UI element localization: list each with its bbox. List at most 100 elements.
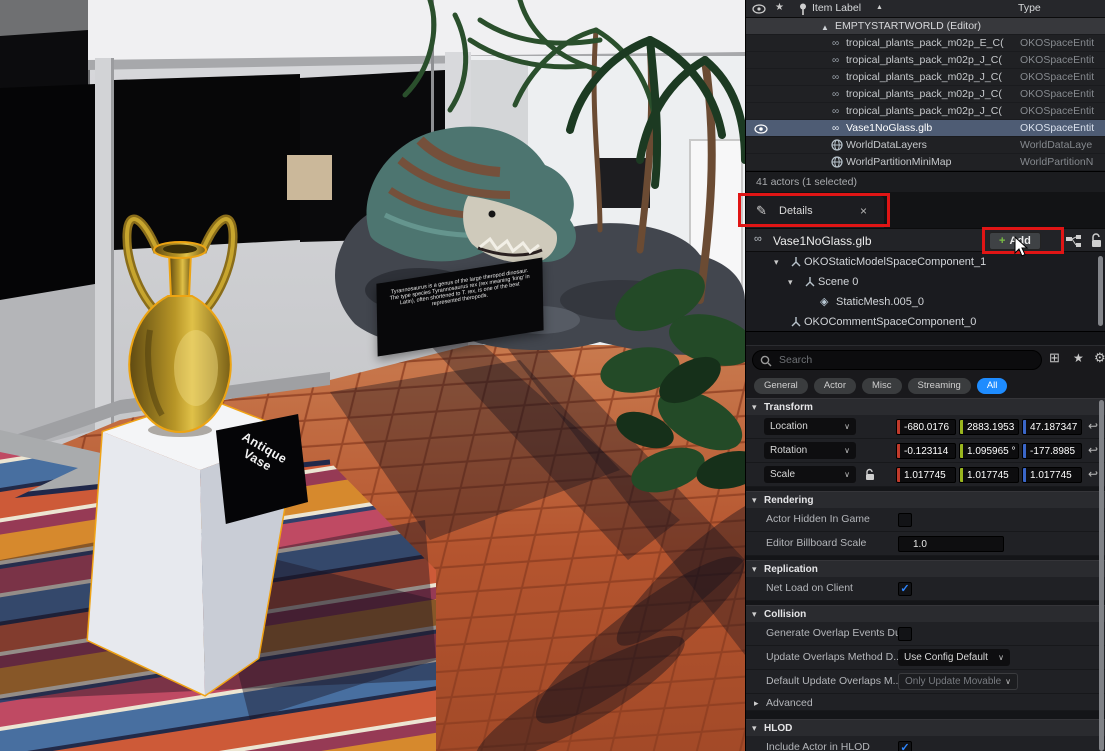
settings-gear-icon[interactable]: ⚙ [1094, 350, 1105, 366]
component-icon [804, 276, 816, 288]
row-generate-overlap: Generate Overlap Events Du.. [746, 622, 1105, 646]
location-y-field[interactable]: 2883.1953 [959, 419, 1019, 435]
row-billboard-scale: Editor Billboard Scale 1.0 [746, 532, 1105, 556]
grid-view-icon[interactable]: ⊞ [1049, 350, 1060, 366]
world-label: EMPTYSTARTWORLD (Editor) [835, 18, 981, 35]
close-tab-button[interactable]: × [860, 204, 867, 218]
scale-z-field[interactable]: 1.017745 [1022, 467, 1082, 483]
sort-asc-icon[interactable]: ▲ [876, 4, 883, 11]
location-x-field[interactable]: -680.0176 [896, 419, 956, 435]
location-dropdown[interactable]: Location∨ [764, 418, 856, 435]
tab-misc[interactable]: Misc [862, 378, 902, 394]
scale-x-field[interactable]: 1.017745 [896, 467, 956, 483]
component-row[interactable]: ◈ StaticMesh.005_0 [746, 292, 1105, 312]
unlock-icon[interactable] [1090, 233, 1103, 248]
level-icon: ▲ [821, 19, 829, 36]
viewport-3d-scene[interactable]: Tyrannosaurus is a genus of the large th… [0, 0, 745, 751]
section-replication[interactable]: ▾ Replication [746, 560, 1105, 577]
row-advanced[interactable]: ▸ Advanced [746, 694, 1105, 711]
rotation-y-field[interactable]: 1.095965 ° [959, 443, 1019, 459]
favorites-icon[interactable]: ★ [1073, 351, 1084, 365]
outliner-row-selected[interactable]: ∞ Vase1NoGlass.glb OKOSpaceEntit [746, 120, 1105, 137]
scale-dropdown[interactable]: Scale∨ [764, 466, 856, 483]
section-rendering[interactable]: ▾ Rendering [746, 491, 1105, 508]
chevron-down-icon: ∨ [844, 422, 850, 431]
eye-icon[interactable] [754, 124, 768, 134]
section-arrow: ▾ [752, 492, 757, 509]
column-type[interactable]: Type [1018, 2, 1041, 14]
rotation-x-field[interactable]: -0.123114 [896, 443, 956, 459]
search-row: ⊞ ★ ⚙ [746, 346, 1105, 374]
location-z-field[interactable]: 47.187347 [1022, 419, 1082, 435]
tab-general[interactable]: General [754, 378, 808, 394]
details-tab-label: Details [779, 205, 813, 217]
section-title: Replication [764, 561, 818, 578]
billboard-scale-field[interactable]: 1.0 [898, 536, 1004, 552]
outliner-row[interactable]: WorldDataLayers WorldDataLaye [746, 137, 1105, 154]
pin-column-icon[interactable] [798, 3, 808, 15]
tab-all[interactable]: All [977, 378, 1008, 394]
section-transform[interactable]: ▾ Transform [746, 398, 1105, 415]
component-row[interactable]: ▾ Scene 0 [746, 272, 1105, 292]
tab-details[interactable]: ✎ Details × [746, 196, 884, 228]
outliner-row[interactable]: ∞ tropical_plants_pack_m02p_J_C( OKOSpac… [746, 69, 1105, 86]
tab-actor[interactable]: Actor [814, 378, 856, 394]
reset-location-button[interactable]: ↩ [1088, 419, 1098, 433]
section-hlod[interactable]: ▾ HLOD [746, 719, 1105, 736]
search-input[interactable] [779, 352, 1029, 368]
expand-arrow[interactable]: ▾ [788, 272, 793, 292]
row-include-hlod: Include Actor in HLOD ✓ [746, 736, 1105, 751]
section-title: Transform [764, 399, 813, 416]
outliner-row[interactable]: WorldPartitionMiniMap WorldPartitionN [746, 154, 1105, 171]
reset-rotation-button[interactable]: ↩ [1088, 443, 1098, 457]
component-scrollbar[interactable] [1098, 256, 1103, 326]
scale-y-field[interactable]: 1.017745 [959, 467, 1019, 483]
outliner-status: 41 actors (1 selected) [746, 171, 1105, 192]
tab-streaming[interactable]: Streaming [908, 378, 971, 394]
component-row[interactable]: OKOCommentSpaceComponent_0 [746, 312, 1105, 332]
star-column-icon[interactable]: ★ [775, 2, 784, 13]
row-type: OKOSpaceEntit [1020, 69, 1104, 86]
row-label: tropical_plants_pack_m02p_E_C( [846, 35, 1004, 52]
outliner-row[interactable]: ∞ tropical_plants_pack_m02p_J_C( OKOSpac… [746, 52, 1105, 69]
row-label: tropical_plants_pack_m02p_J_C( [846, 86, 1002, 103]
collapse-arrow: ▸ [754, 698, 759, 709]
static-mesh-icon: ◈ [820, 292, 828, 312]
unreal-editor-window: Tyrannosaurus is a genus of the large th… [0, 0, 1105, 751]
chevron-down-icon: ∨ [998, 653, 1004, 662]
generate-overlap-checkbox[interactable] [898, 627, 912, 641]
scale-lock-icon[interactable] [864, 468, 876, 482]
pencil-icon: ✎ [756, 203, 767, 219]
component-row[interactable]: ▾ OKOStaticModelSpaceComponent_1 [746, 252, 1105, 272]
component-label: StaticMesh.005_0 [836, 292, 924, 312]
include-hlod-checkbox[interactable]: ✓ [898, 741, 912, 751]
column-item-label[interactable]: Item Label [812, 2, 861, 14]
outliner-row[interactable]: ∞ tropical_plants_pack_m02p_J_C( OKOSpac… [746, 86, 1105, 103]
row-label: tropical_plants_pack_m02p_J_C( [846, 52, 1002, 69]
section-arrow: ▾ [752, 606, 757, 623]
section-title: Collision [764, 606, 806, 623]
search-box[interactable] [752, 350, 1042, 370]
net-load-checkbox[interactable]: ✓ [898, 582, 912, 596]
outliner-row[interactable]: ∞ tropical_plants_pack_m02p_E_C( OKOSpac… [746, 35, 1105, 52]
default-update-overlaps-dropdown[interactable]: Only Update Movable∨ [898, 673, 1018, 690]
eye-column-icon[interactable] [752, 4, 766, 14]
actor-hidden-checkbox[interactable] [898, 513, 912, 527]
update-overlaps-dropdown[interactable]: Use Config Default∨ [898, 649, 1010, 666]
editor-right-panel: ★ Item Label ▲ Type ▲ EMPTYSTARTWORLD (E… [745, 0, 1105, 751]
row-type: OKOSpaceEntit [1020, 103, 1104, 120]
details-tab-bar: ✎ Details × [746, 192, 1105, 228]
row-update-overlaps: Update Overlaps Method D.. Use Config De… [746, 646, 1105, 670]
reset-scale-button[interactable]: ↩ [1088, 467, 1098, 481]
outliner-row[interactable]: ∞ tropical_plants_pack_m02p_J_C( OKOSpac… [746, 103, 1105, 120]
section-arrow: ▾ [752, 399, 757, 416]
details-scrollbar[interactable] [1099, 400, 1104, 751]
outliner-row-world[interactable]: ▲ EMPTYSTARTWORLD (Editor) [746, 18, 1105, 35]
section-collision[interactable]: ▾ Collision [746, 605, 1105, 622]
link-icon: ∞ [832, 52, 839, 69]
rotation-z-field[interactable]: -177.8985 [1022, 443, 1082, 459]
node-graph-icon[interactable] [1066, 235, 1082, 248]
expand-arrow[interactable]: ▾ [774, 252, 779, 272]
search-icon [760, 355, 772, 367]
rotation-dropdown[interactable]: Rotation∨ [764, 442, 856, 459]
